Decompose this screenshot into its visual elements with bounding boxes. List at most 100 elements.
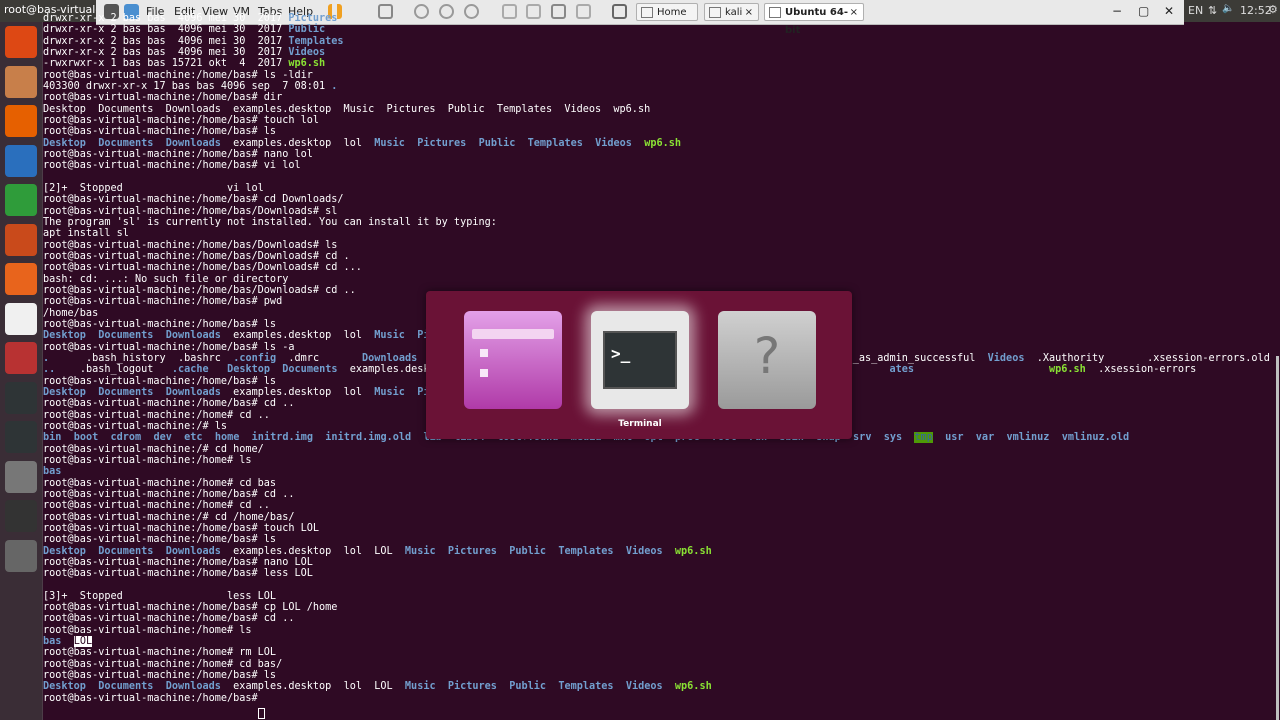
maximize-button[interactable]: ▢ bbox=[1138, 4, 1149, 18]
terminal-line: Desktop Documents Downloads examples.des… bbox=[43, 387, 436, 398]
terminal-text: .xsession-errors bbox=[1098, 364, 1197, 376]
console-view-icon[interactable] bbox=[612, 4, 627, 19]
terminal-text: root@bas-virtual-machine:/# cd /home/bas… bbox=[43, 511, 295, 523]
terminal-text: drwxr-xr-x 2 bas bas 4096 mei 30 2017 bbox=[43, 24, 289, 36]
snapshot-icon[interactable] bbox=[414, 4, 429, 19]
fullscreen-icon[interactable] bbox=[551, 4, 566, 19]
terminal-text: .Xauthority bbox=[1036, 352, 1105, 364]
terminal-text: Videos bbox=[625, 545, 663, 557]
impress-icon[interactable] bbox=[5, 223, 37, 256]
tab-kali[interactable]: kali × bbox=[704, 3, 759, 21]
thumbnail-icon[interactable] bbox=[526, 4, 541, 19]
tab-home[interactable]: Home bbox=[636, 3, 698, 21]
terminal-text: initrd.img bbox=[251, 432, 314, 444]
terminal-line: root@bas-virtual-machine:/home/bas# cd .… bbox=[43, 398, 294, 409]
tab-ubuntu-label: Ubuntu 64-bit bbox=[785, 7, 848, 36]
terminal-line: Desktop Documents Downloads examples.des… bbox=[43, 330, 436, 341]
terminal-line: root@bas-virtual-machine:/# cd /home/bas… bbox=[43, 512, 294, 523]
unity-icon[interactable] bbox=[576, 4, 591, 19]
software-center-icon[interactable] bbox=[5, 263, 37, 295]
terminal-text: home bbox=[214, 432, 240, 444]
drive-icon[interactable] bbox=[5, 500, 37, 532]
amazon-icon[interactable] bbox=[5, 302, 37, 335]
minimize-button[interactable]: − bbox=[1112, 4, 1122, 18]
terminal-icon[interactable]: >_ bbox=[591, 311, 689, 409]
terminal-text: Videos bbox=[625, 681, 663, 693]
terminal-line: root@bas-virtual-machine:/home/bas# less… bbox=[43, 568, 313, 579]
close-button[interactable]: ✕ bbox=[1164, 4, 1174, 18]
terminal-text: root@bas-virtual-machine:/home/bas# ls bbox=[43, 375, 277, 387]
gear-icon[interactable]: ⚙ bbox=[1268, 3, 1278, 16]
terminal-icon[interactable] bbox=[5, 381, 37, 414]
terminal-line: root@bas-virtual-machine:/home/bas/Downl… bbox=[43, 240, 337, 251]
terminal-line: root@bas-virtual-machine:/home# rm LOL bbox=[43, 647, 276, 658]
terminal-text: Public bbox=[478, 137, 516, 149]
send-ctrl-alt-del-icon[interactable] bbox=[378, 4, 393, 19]
files-icon[interactable] bbox=[5, 65, 37, 98]
terminal-line: 403300 drwxr-xr-x 17 bas bas 4096 sep 7 … bbox=[43, 81, 337, 92]
terminal-line: root@bas-virtual-machine:/# cd home/ bbox=[43, 444, 264, 455]
terminal-text: Documents bbox=[98, 545, 154, 557]
terminal-text: Desktop bbox=[43, 681, 86, 693]
terminal-line: root@bas-virtual-machine:/home/bas# ls bbox=[43, 376, 276, 387]
terminal-line: root@bas-virtual-machine:/home/bas# bbox=[43, 693, 264, 704]
terminal-text: Pictures bbox=[288, 13, 338, 24]
terminal-text: Desktop Documents Downloads examples.des… bbox=[43, 103, 651, 115]
terminal-line: root@bas-virtual-machine:/home/bas# ls bbox=[43, 319, 276, 330]
terminal-text: srv bbox=[853, 432, 872, 444]
usb-icon[interactable] bbox=[5, 421, 37, 453]
terminal-text: ates bbox=[889, 364, 915, 376]
terminal-text: .bashrc bbox=[177, 352, 221, 364]
sidebar-toggle-icon[interactable] bbox=[502, 4, 517, 19]
terminal-text: wp6.sh bbox=[288, 58, 326, 70]
terminal-text: Documents bbox=[98, 386, 154, 398]
terminal-text: drwxr-xr-x 2 bas bas 4096 mei 30 2017 bbox=[43, 46, 289, 58]
tab-kali-close-icon[interactable]: × bbox=[745, 4, 753, 22]
terminal-line: Desktop Documents Downloads examples.des… bbox=[43, 546, 712, 557]
network-icon[interactable]: ⇅ bbox=[1208, 4, 1217, 17]
unknown-app-icon[interactable] bbox=[5, 460, 37, 493]
terminal-scrollbar[interactable] bbox=[1276, 356, 1279, 720]
unknown-app-icon[interactable]: ? bbox=[718, 311, 816, 409]
terminal-text: Videos bbox=[987, 352, 1025, 364]
settings-icon[interactable] bbox=[5, 342, 37, 374]
tab-ubuntu-close-icon[interactable]: × bbox=[850, 4, 858, 22]
writer-icon[interactable] bbox=[5, 144, 37, 177]
firefox-icon[interactable] bbox=[5, 105, 37, 137]
terminal-line: root@bas-virtual-machine:/home/bas/Downl… bbox=[43, 206, 337, 217]
terminal-text: .. bbox=[43, 364, 56, 376]
terminal-line: bas LOL bbox=[43, 636, 93, 648]
volume-icon[interactable]: 🔈 bbox=[1222, 3, 1234, 14]
snapshot-manager-icon[interactable] bbox=[464, 4, 479, 19]
revert-snapshot-icon[interactable] bbox=[439, 4, 454, 19]
launcher bbox=[0, 22, 43, 720]
terminal-text: Desktop bbox=[43, 386, 86, 398]
tab-ubuntu[interactable]: Ubuntu 64-bit × bbox=[764, 3, 864, 36]
keyboard-indicator[interactable]: EN bbox=[1188, 4, 1203, 17]
terminal-text: root@bas-virtual-machine:/home/bas# bbox=[43, 692, 264, 704]
files-window-icon[interactable] bbox=[464, 311, 562, 409]
ubuntu-dash-icon[interactable] bbox=[5, 26, 37, 58]
clock[interactable]: 12:52 bbox=[1240, 4, 1272, 17]
calc-icon[interactable] bbox=[5, 184, 37, 216]
trash-icon[interactable] bbox=[5, 539, 37, 572]
terminal-text: examples.desktop lol bbox=[220, 330, 375, 342]
